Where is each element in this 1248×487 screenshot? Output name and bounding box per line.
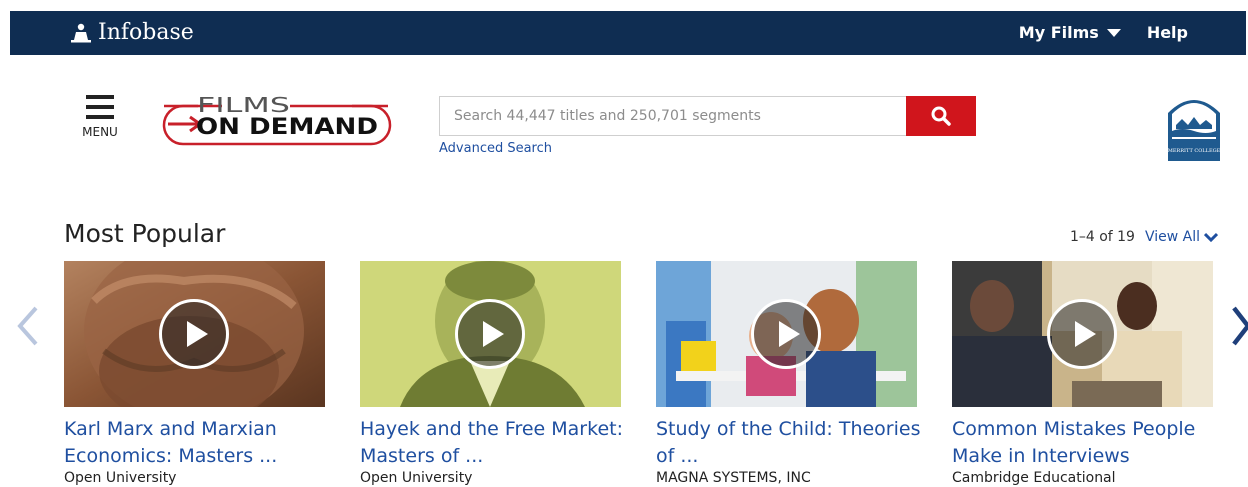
- logo-line1: FILMS: [197, 93, 290, 117]
- video-card: Common Mistakes People Make in Interview…: [952, 261, 1213, 486]
- publisher: Open University: [360, 470, 473, 486]
- video-title[interactable]: Karl Marx and Marxian Economics: Masters…: [64, 416, 332, 470]
- infobase-brand[interactable]: Infobase: [70, 20, 194, 45]
- my-films-label: My Films: [1018, 23, 1099, 42]
- publisher: MAGNA SYSTEMS, INC: [656, 470, 811, 486]
- chevron-right-icon[interactable]: [1232, 304, 1248, 348]
- video-title[interactable]: Common Mistakes People Make in Interview…: [952, 416, 1220, 470]
- play-icon: [1074, 321, 1096, 347]
- films-on-demand-logo[interactable]: FILMS ON DEMAND: [162, 92, 392, 148]
- logo-line2: ON DEMAND: [196, 115, 378, 140]
- play-button[interactable]: [751, 299, 821, 369]
- search-input[interactable]: [439, 96, 906, 136]
- advanced-search-link[interactable]: Advanced Search: [439, 141, 552, 156]
- view-all-link[interactable]: View All: [1145, 229, 1218, 245]
- chevron-down-icon: [1204, 232, 1218, 242]
- play-icon: [482, 321, 504, 347]
- play-icon: [186, 321, 208, 347]
- brand-name: Infobase: [98, 20, 194, 45]
- my-films-menu[interactable]: My Films: [1019, 23, 1121, 42]
- video-title[interactable]: Hayek and the Free Market: Masters of ..…: [360, 416, 628, 470]
- hamburger-icon: [78, 95, 122, 119]
- menu-label: MENU: [82, 125, 118, 139]
- video-card: Karl Marx and Marxian Economics: Masters…: [64, 261, 325, 486]
- college-logo-text: MERRITT COLLEGE: [1168, 148, 1221, 154]
- play-button[interactable]: [455, 299, 525, 369]
- result-count: 1–4 of 19: [1069, 229, 1135, 245]
- play-icon: [778, 321, 800, 347]
- pager: 1–4 of 19 View All: [1070, 229, 1218, 245]
- top-bar: Infobase My Films Help: [10, 11, 1246, 55]
- play-button[interactable]: [159, 299, 229, 369]
- publisher: Cambridge Educational: [952, 470, 1116, 486]
- infobase-logo-icon: [71, 23, 91, 42]
- video-thumbnail[interactable]: [656, 261, 917, 407]
- chevron-left-icon[interactable]: [14, 304, 42, 348]
- section-title: Most Popular: [64, 219, 226, 248]
- publisher: Open University: [64, 470, 177, 486]
- play-button[interactable]: [1047, 299, 1117, 369]
- video-thumbnail[interactable]: [952, 261, 1213, 407]
- video-thumbnail[interactable]: [64, 261, 325, 407]
- video-card: Study of the Child: Theories of ... MAGN…: [656, 261, 920, 486]
- menu-button[interactable]: MENU: [78, 95, 122, 139]
- help-link[interactable]: Help: [1147, 23, 1188, 42]
- video-thumbnail[interactable]: [360, 261, 621, 407]
- top-nav: My Films Help: [1019, 23, 1188, 42]
- video-card: Hayek and the Free Market: Masters of ..…: [360, 261, 623, 486]
- search-bar: [439, 96, 976, 136]
- search-icon: [931, 106, 951, 126]
- merritt-college-logo: MERRITT COLLEGE: [1168, 100, 1221, 161]
- caret-down-icon: [1106, 28, 1121, 37]
- view-all-label: View All: [1144, 229, 1200, 245]
- video-title[interactable]: Study of the Child: Theories of ...: [656, 416, 924, 470]
- search-button[interactable]: [906, 96, 976, 136]
